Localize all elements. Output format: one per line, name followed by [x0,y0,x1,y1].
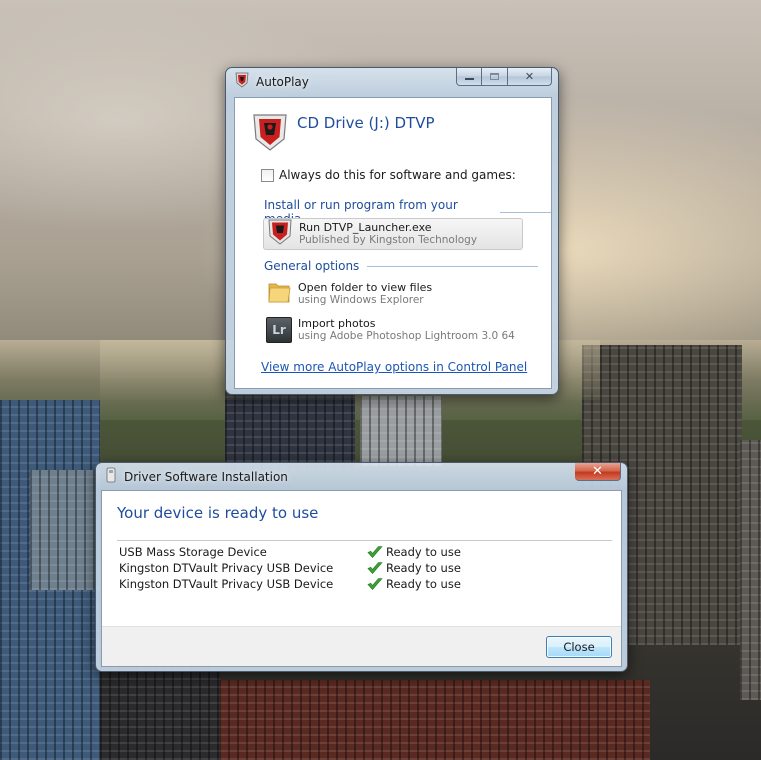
device-row: Kingston DTVault Privacy USB Device Read… [119,576,461,592]
general-section-title: General options [264,259,360,273]
building [740,440,761,700]
device-row: Kingston DTVault Privacy USB Device Read… [119,560,461,576]
autoplay-window: AutoPlay ✕ CD Drive (J:) DTVP Always do … [225,67,559,395]
driver-install-window-title: Driver Software Installation [124,470,288,484]
close-button[interactable]: Close [546,636,612,658]
folder-icon [266,278,292,310]
lightroom-icon: Lr [266,317,292,343]
building [30,470,100,590]
minimize-icon [464,78,474,80]
maximize-icon [490,73,499,80]
green-check-icon [367,578,383,590]
always-do-this-checkbox-row[interactable]: Always do this for software and games: [261,168,516,182]
general-section-header: General options [264,259,539,273]
driver-install-window: Driver Software Installation ✕ Your devi… [95,462,628,672]
close-icon: ✕ [592,464,603,479]
device-status-text: Ready to use [386,545,461,559]
lightroom-icon-text: Lr [272,323,286,337]
import-photos-sublabel: using Adobe Photoshop Lightroom 3.0 64 [298,330,515,342]
green-check-icon [367,546,383,558]
always-do-this-label: Always do this for software and games: [279,168,516,182]
section-divider [500,211,551,213]
device-status-text: Ready to use [386,561,461,575]
autoplay-client-area: CD Drive (J:) DTVP Always do this for so… [234,97,552,389]
device-status-text: Ready to use [386,577,461,591]
device-name: USB Mass Storage Device [119,545,267,559]
device-status: Ready to use [367,561,461,575]
driver-close-x-button[interactable]: ✕ [575,463,621,481]
open-folder-sublabel: using Windows Explorer [298,294,424,306]
kingston-shield-icon [267,218,293,250]
device-status: Ready to use [367,545,461,559]
run-launcher-label: Run DTVP_Launcher.exe [299,221,432,234]
close-icon: ✕ [524,70,535,83]
always-do-this-checkbox[interactable] [261,168,274,182]
control-panel-link[interactable]: View more AutoPlay options in Control Pa… [261,360,527,374]
building [210,680,650,760]
driver-install-title-bar[interactable]: Driver Software Installation [96,463,627,491]
device-list: USB Mass Storage Device Ready to use Kin… [119,544,461,592]
minimize-button[interactable] [456,68,482,86]
open-folder-option[interactable]: Open folder to view files using Windows … [263,278,523,310]
building [225,390,355,470]
device-row: USB Mass Storage Device Ready to use [119,544,461,560]
autoplay-app-icon [234,72,250,92]
dialog-footer: Close [102,626,621,666]
driver-caption-buttons: ✕ [575,463,621,481]
run-launcher-text: Run DTVP_Launcher.exe Published by Kings… [299,221,477,247]
maximize-button[interactable] [482,68,508,86]
autoplay-caption-buttons: ✕ [456,68,552,86]
device-status: Ready to use [367,577,461,591]
section-divider [367,265,539,267]
driver-app-icon [104,467,118,487]
device-ready-heading: Your device is ready to use [117,504,319,522]
building [360,396,442,466]
kingston-drive-icon [250,112,290,156]
driver-install-client-area: Your device is ready to use USB Mass Sto… [101,490,622,667]
green-check-icon [367,562,383,574]
import-photos-option[interactable]: Lr Import photos using Adobe Photoshop L… [263,314,523,346]
import-photos-text: Import photos using Adobe Photoshop Ligh… [298,317,515,343]
open-folder-text: Open folder to view files using Windows … [298,281,432,307]
autoplay-window-title: AutoPlay [256,75,309,89]
drive-label: CD Drive (J:) DTVP [297,114,435,132]
device-name: Kingston DTVault Privacy USB Device [119,561,334,575]
run-launcher-publisher: Published by Kingston Technology [299,234,478,246]
device-name: Kingston DTVault Privacy USB Device [119,577,334,591]
import-photos-label: Import photos [298,317,376,330]
open-folder-label: Open folder to view files [298,281,433,294]
heading-divider [117,540,612,541]
autoplay-close-button[interactable]: ✕ [508,68,552,86]
run-launcher-option[interactable]: Run DTVP_Launcher.exe Published by Kings… [263,218,523,250]
